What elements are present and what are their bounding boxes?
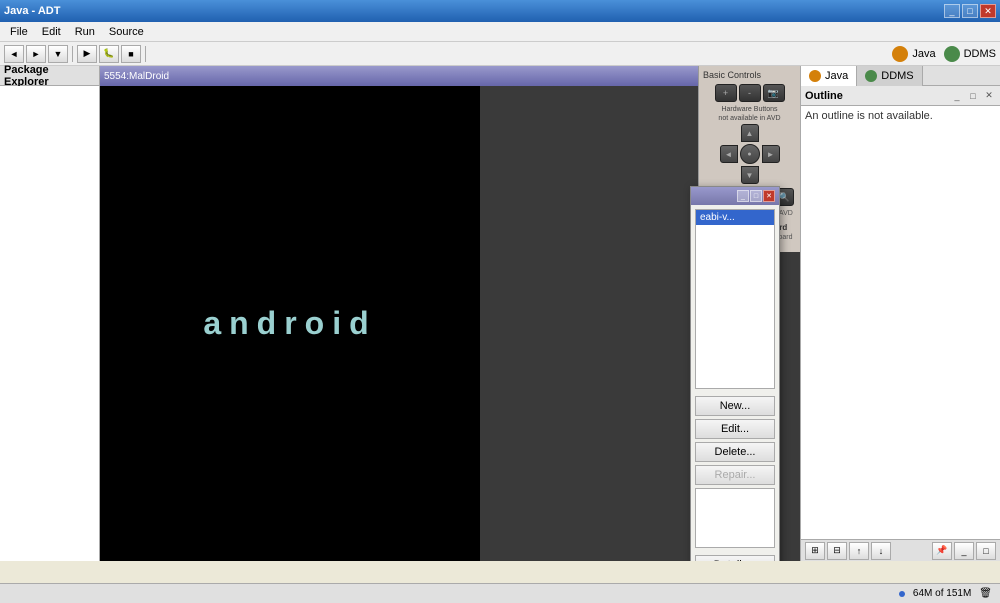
dpad-right-btn[interactable]: ► — [762, 145, 780, 163]
toolbar-back[interactable]: ◄ — [4, 45, 24, 63]
ddms-perspective-tab[interactable]: DDMS — [964, 48, 996, 60]
title-bar: Java - ADT _ □ ✕ — [0, 0, 1000, 22]
avd-details-area — [695, 488, 775, 548]
toolbar-separator-1 — [72, 46, 73, 62]
details-button[interactable]: Details... — [695, 555, 775, 561]
dialog-title-bar: _ □ ✕ — [691, 187, 779, 205]
dpad-center-label: ● — [747, 151, 751, 158]
sidebar: Package Explorer — [0, 66, 100, 561]
outline-maximize-btn[interactable]: □ — [966, 89, 980, 103]
new-button[interactable]: New... — [695, 396, 775, 416]
toolbar-dropdown[interactable]: ▼ — [48, 45, 68, 63]
dpad-up-btn[interactable]: ▲ — [741, 124, 759, 142]
status-memory: 64M of 151M — [913, 588, 971, 599]
edit-button[interactable]: Edit... — [695, 419, 775, 439]
dialog-minimize-btn[interactable]: _ — [737, 190, 749, 202]
outline-toolbar-btn-2[interactable]: ⊟ — [827, 542, 847, 560]
outline-toolbar-pin-btn[interactable]: 📌 — [932, 542, 952, 560]
outline-toolbar-btn-1[interactable]: ⊞ — [805, 542, 825, 560]
controls-title: Basic Controls — [703, 70, 796, 80]
camera-btn[interactable]: 📷 — [763, 84, 785, 102]
tab-ddms[interactable]: DDMS — [857, 66, 922, 86]
outline-panel: Outline _ □ ✕ An outline is not availabl… — [801, 86, 1000, 561]
dialog-close-btn[interactable]: ✕ — [763, 190, 775, 202]
outline-content: An outline is not available. — [801, 106, 1000, 539]
menu-run[interactable]: Run — [69, 24, 101, 40]
right-panel: Java DDMS Outline _ □ ✕ An outline is no… — [800, 66, 1000, 561]
toolbar-forward[interactable]: ► — [26, 45, 46, 63]
package-explorer-content — [0, 86, 99, 561]
center-area: 5554:MalDroid _ □ ✕ android Basic Contro… — [100, 66, 800, 561]
outline-close-btn[interactable]: ✕ — [982, 89, 996, 103]
dialog-maximize-btn[interactable]: □ — [750, 190, 762, 202]
android-logo: android — [203, 305, 376, 342]
menu-bar: File Edit Run Source — [0, 22, 1000, 42]
java-icon — [809, 70, 821, 82]
toolbar-stop[interactable]: ■ — [121, 45, 141, 63]
ddms-perspective-icon — [944, 46, 960, 62]
right-arrow: ► — [767, 150, 775, 159]
main-area: Package Explorer 5554:MalDroid _ □ ✕ and… — [0, 66, 1000, 561]
minimize-button[interactable]: _ — [944, 4, 960, 18]
ddms-icon — [865, 70, 877, 82]
dpad-left-btn[interactable]: ◄ — [720, 145, 738, 163]
avd-list-item-1[interactable]: eabi-v... — [696, 210, 774, 225]
outline-controls: _ □ ✕ — [950, 89, 996, 103]
menu-file[interactable]: File — [4, 24, 34, 40]
emulator-title-bar: 5554:MalDroid _ □ ✕ — [100, 66, 800, 86]
window-controls: _ □ ✕ — [944, 4, 996, 18]
outline-message: An outline is not available. — [805, 110, 933, 122]
repair-button[interactable]: Repair... — [695, 465, 775, 485]
dpad-down-btn[interactable]: ▼ — [741, 166, 759, 184]
left-arrow: ◄ — [725, 150, 733, 159]
volume-down-btn[interactable]: - — [739, 84, 761, 102]
toolbar-debug[interactable]: 🐛 — [99, 45, 119, 63]
menu-edit[interactable]: Edit — [36, 24, 67, 40]
down-arrow: ▼ — [746, 171, 754, 180]
memory-icon: 🗑 — [979, 588, 992, 599]
java-perspective-tab[interactable]: Java — [912, 48, 935, 60]
menu-source[interactable]: Source — [103, 24, 150, 40]
dpad-center-btn[interactable]: ● — [740, 144, 760, 164]
phone-screen: android — [100, 86, 480, 561]
java-tab-label: Java — [825, 70, 848, 82]
dialog-title-controls: _ □ ✕ — [737, 190, 775, 202]
outline-toolbar-btn-3[interactable]: ↑ — [849, 542, 869, 560]
emulator-title-text: 5554:MalDroid — [104, 71, 169, 82]
outline-minimize-btn[interactable]: _ — [950, 89, 964, 103]
close-button[interactable]: ✕ — [980, 4, 996, 18]
delete-button[interactable]: Delete... — [695, 442, 775, 462]
package-explorer-title: Package Explorer — [4, 64, 95, 88]
toolbar-separator-2 — [145, 46, 146, 62]
dialog-body: eabi-v... New... Edit... Delete... Repai… — [691, 205, 779, 561]
outline-title: Outline — [805, 90, 843, 102]
outline-header: Outline _ □ ✕ — [801, 86, 1000, 106]
toolbar-run[interactable]: ▶ — [77, 45, 97, 63]
outline-toolbar-maximize-btn[interactable]: □ — [976, 542, 996, 560]
volume-up-btn[interactable]: + — [715, 84, 737, 102]
tab-java[interactable]: Java — [801, 66, 857, 86]
controls-buttons-row: + - 📷 — [703, 84, 796, 102]
controls-note: Hardware Buttons — [703, 106, 796, 113]
outline-toolbar-minimize-btn[interactable]: _ — [954, 542, 974, 560]
up-arrow: ▲ — [746, 129, 754, 138]
maximize-button[interactable]: □ — [962, 4, 978, 18]
window-title: Java - ADT — [4, 5, 60, 17]
controls-note2: not available in AVD — [703, 115, 796, 122]
status-bar: 64M of 151M 🗑 — [0, 583, 1000, 603]
dpad: ▲ ▼ ◄ ► ● — [720, 124, 780, 184]
main-toolbar: ◄ ► ▼ ▶ 🐛 ■ Java DDMS — [0, 42, 1000, 66]
java-perspective-icon — [892, 46, 908, 62]
avd-dialog: _ □ ✕ eabi-v... New... Edit... Delete...… — [690, 186, 780, 561]
outline-toolbar: ⊞ ⊟ ↑ ↓ 📌 _ □ — [801, 539, 1000, 561]
android-text: android — [203, 305, 376, 342]
progress-indicator — [899, 591, 905, 597]
avd-list[interactable]: eabi-v... — [695, 209, 775, 389]
outline-toolbar-btn-4[interactable]: ↓ — [871, 542, 891, 560]
package-explorer-header: Package Explorer — [0, 66, 99, 86]
right-tab-bar: Java DDMS — [801, 66, 1000, 86]
ddms-tab-label: DDMS — [881, 70, 913, 82]
